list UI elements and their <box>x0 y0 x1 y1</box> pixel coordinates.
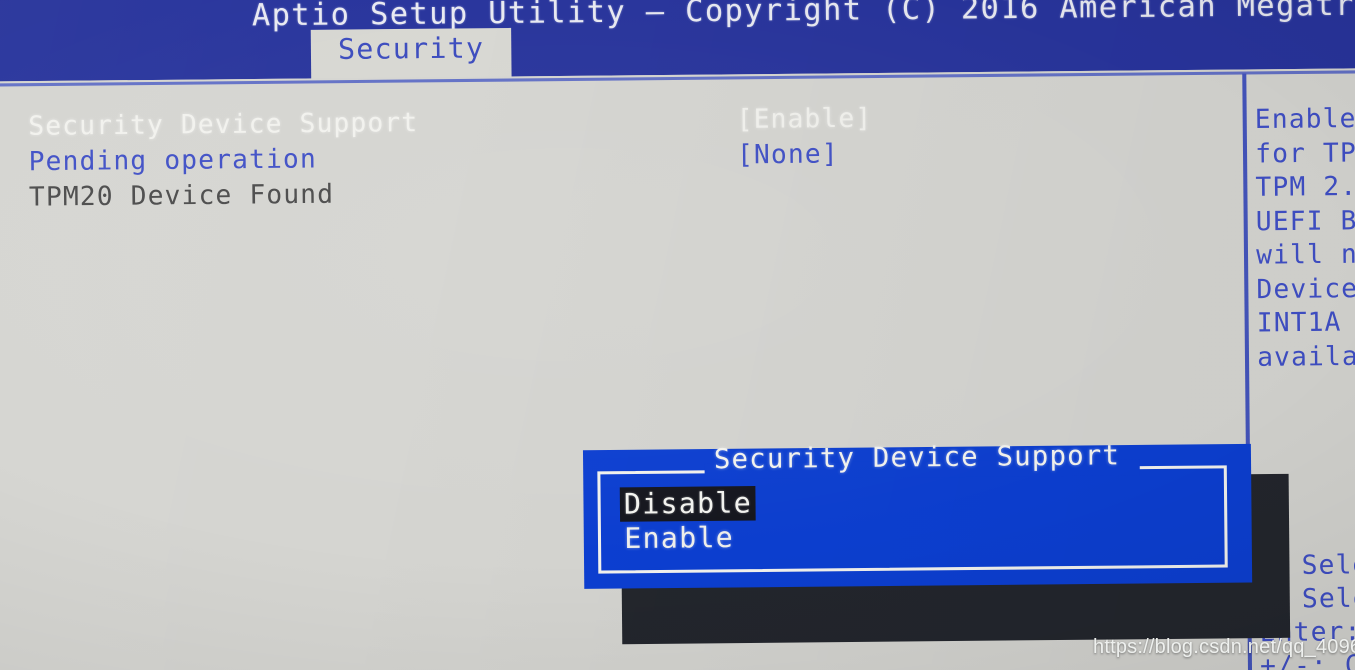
help-line: Enable <box>1254 103 1355 136</box>
tab-security-label: Security <box>337 31 485 67</box>
help-line: TPM 2.0 <box>1255 171 1355 203</box>
help-line: will no <box>1255 239 1355 271</box>
bios-setup-screen: Aptio Setup Utility – Copyright (C) 2016… <box>0 0 1355 670</box>
watermark-url: https://blog.csdn.net/qq_40962368 <box>1093 636 1355 658</box>
popup-option-row: Enable <box>620 520 756 556</box>
popup-title: Security Device Support <box>713 440 1121 476</box>
popup-option-row: Disable <box>619 486 757 522</box>
setting-row-security-device-support-value[interactable]: [Enable] <box>737 103 873 135</box>
help-line: for TPM <box>1255 137 1355 170</box>
setting-row-pending-operation-value[interactable]: [None] <box>737 139 839 170</box>
screen-photo-skew-layer: Aptio Setup Utility – Copyright (C) 2016… <box>0 0 1355 670</box>
setting-row-pending-operation-label[interactable]: Pending operation <box>28 144 317 177</box>
setting-row-security-device-support-label[interactable]: Security Device Support <box>28 108 418 142</box>
tab-security[interactable]: Security <box>310 27 512 83</box>
popup-option-disable[interactable]: Disable <box>619 486 757 522</box>
setting-row-tpm-device-found-label: TPM20 Device Found <box>28 179 335 213</box>
help-description-panel: Enable for TPM TPM 2.0 UEFI Bo will no D… <box>1255 102 1355 375</box>
help-line: Device. <box>1256 273 1355 305</box>
help-line: INT1A I <box>1256 307 1355 339</box>
popup-option-enable[interactable]: Enable <box>620 521 738 557</box>
popup-option-list: Disable Enable <box>619 486 757 556</box>
help-line: UEFI Bo <box>1255 205 1355 237</box>
help-line: availab <box>1256 340 1355 373</box>
